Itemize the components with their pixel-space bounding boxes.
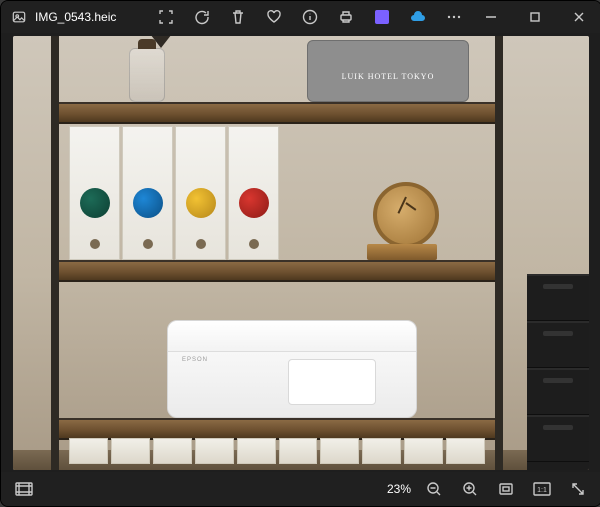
clipchamp-icon[interactable]: [373, 8, 391, 26]
storage-box: LUIK HOTEL TOKYO: [307, 40, 469, 102]
title-left: IMG_0543.heic: [1, 9, 151, 25]
file-binders: [69, 126, 279, 260]
zoom-level-label: 23%: [387, 482, 411, 496]
info-icon[interactable]: [301, 8, 319, 26]
print-icon[interactable]: [337, 8, 355, 26]
black-drawer-cabinet: [527, 274, 589, 470]
focus-frame-icon[interactable]: [157, 8, 175, 26]
cloud-icon[interactable]: [409, 8, 427, 26]
rotate-icon[interactable]: [193, 8, 211, 26]
minimize-button[interactable]: [469, 1, 513, 33]
shelving-unit: LUIK HOTEL TOKYO EPSON: [51, 36, 503, 470]
actual-size-icon[interactable]: 1:1: [529, 476, 555, 502]
filmstrip-icon[interactable]: [11, 476, 37, 502]
file-name: IMG_0543.heic: [35, 10, 116, 24]
svg-text:1:1: 1:1: [537, 487, 547, 494]
zoom-in-icon[interactable]: [457, 476, 483, 502]
zoom-out-icon[interactable]: [421, 476, 447, 502]
printer-brand-label: EPSON: [182, 357, 208, 363]
bottom-bar: 23% 1:1: [1, 472, 600, 506]
image-viewport[interactable]: LUIK HOTEL TOKYO EPSON: [1, 33, 600, 472]
photos-viewer-window: IMG_0543.heic: [0, 0, 600, 507]
photos-app-icon: [11, 9, 27, 25]
storage-box-label: LUIK HOTEL TOKYO: [308, 63, 468, 93]
fullscreen-icon[interactable]: [565, 476, 591, 502]
title-toolbar: [151, 8, 469, 26]
photo-content: LUIK HOTEL TOKYO EPSON: [13, 36, 589, 470]
fit-screen-icon[interactable]: [493, 476, 519, 502]
close-button[interactable]: [557, 1, 600, 33]
heart-icon[interactable]: [265, 8, 283, 26]
coffee-dripper: [147, 36, 175, 48]
trash-icon[interactable]: [229, 8, 247, 26]
glass-jar: [129, 48, 165, 102]
window-controls: [469, 1, 600, 33]
wooden-clock: [367, 212, 437, 260]
more-icon[interactable]: [445, 8, 463, 26]
printer: EPSON: [167, 320, 417, 418]
zoom-controls: 23% 1:1: [387, 476, 591, 502]
maximize-button[interactable]: [513, 1, 557, 33]
title-bar: IMG_0543.heic: [1, 1, 600, 33]
bottom-binders: [69, 438, 485, 464]
